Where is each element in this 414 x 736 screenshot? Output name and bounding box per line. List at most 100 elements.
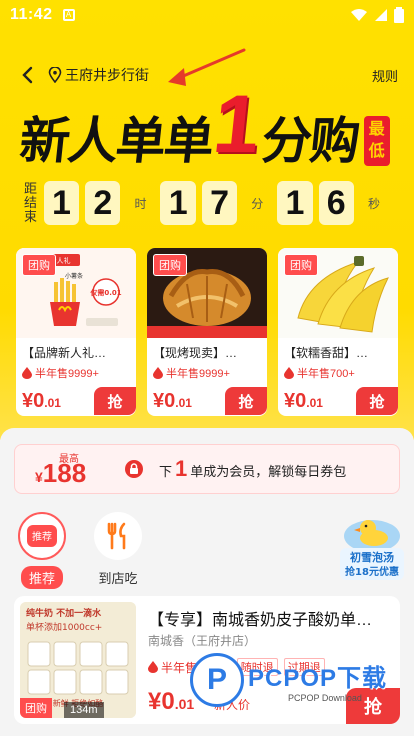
watermark-text: PCPOP下载 [248, 664, 388, 692]
countdown-digit: 6 [318, 181, 354, 225]
chevron-left-icon [22, 66, 33, 84]
status-time: 11:42 [10, 6, 53, 23]
featured-products: 超值新人礼 小薯条 仅需0.01 团购 【品牌新人礼… 半年售9999+ ¥0.… [16, 248, 398, 416]
membership-count: 1 [175, 456, 188, 481]
lowest-badge: 最低 [363, 116, 390, 166]
countdown-unit-hours: 时 [134, 196, 147, 211]
coupon-currency: ¥ [35, 469, 43, 485]
product-price: ¥0.01 [278, 390, 323, 413]
membership-banner[interactable]: 最高 ¥188 下 1 单成为会员，解锁每日券包 [14, 444, 400, 494]
groupbuy-tag: 团购 [284, 254, 318, 276]
promo-floating-badge[interactable]: 初雪泡汤 抢18元优惠 [334, 512, 410, 582]
membership-text-before: 下 [159, 464, 173, 479]
category-recommend[interactable]: 推荐 推荐 [14, 512, 70, 589]
watermark: P PCPOP下载 PCPOP Download [190, 652, 400, 708]
product-price: ¥0.01 [147, 390, 192, 413]
grab-button[interactable]: 抢 [225, 387, 267, 415]
countdown-digit: 2 [85, 181, 121, 225]
price-decimal: .01 [306, 395, 323, 410]
shop-name: 南城香（王府井店） [148, 634, 257, 648]
groupbuy-tag: 团购 [20, 698, 52, 718]
flame-icon [153, 367, 163, 379]
deal-image-text-mid: 单杯添加1000cc+ [26, 621, 102, 633]
wifi-icon [351, 9, 367, 21]
product-name: 【软糯香甜】… [284, 346, 369, 360]
grab-button[interactable]: 抢 [356, 387, 398, 415]
headline-part1: 新人单单 [17, 113, 215, 169]
coupon-badge: 最高 ¥188 [19, 448, 123, 490]
countdown-label: 距结束 [24, 181, 38, 224]
groupbuy-tag: 团购 [22, 254, 56, 276]
membership-text: 下 1 单成为会员，解锁每日券包 [159, 456, 346, 482]
grab-button[interactable]: 抢 [94, 387, 136, 415]
countdown-unit-seconds: 秒 [367, 196, 380, 211]
countdown-digit: 7 [201, 181, 238, 225]
headline-number: 1 [209, 79, 265, 170]
lock-icon [125, 460, 143, 478]
product-name: 【现烤现卖】… [153, 346, 238, 360]
price-integer: ¥0 [284, 389, 307, 412]
category-label: 推荐 [20, 566, 63, 589]
signal-icon [375, 9, 387, 21]
price-decimal: .01 [44, 395, 61, 410]
deal-image-text-top: 纯牛奶 不加一滴水 [26, 607, 102, 619]
deal-image: 纯牛奶 不加一滴水 单杯添加1000cc+ 新鲜 拒绝如酪 团购 134m [20, 602, 136, 718]
price-integer: ¥0 [148, 688, 175, 715]
coupon-value: 188 [42, 458, 87, 488]
product-name: 【品牌新人礼… [22, 346, 107, 360]
countdown-timer: 距结束 1 2 时 1 7 分 1 6 秒 [24, 178, 394, 228]
featured-product-card[interactable]: 团购 【软糯香甜】… 半年售700+ ¥0.01 抢 [278, 248, 398, 416]
product-image-bananas: 团购 [278, 248, 398, 338]
price-integer: ¥0 [153, 389, 176, 412]
watermark-subtext: PCPOP Download [288, 692, 362, 703]
coupon-amount: ¥188 [35, 458, 86, 489]
sold-count: 半年售9999+ [16, 361, 136, 381]
flame-icon [284, 367, 294, 379]
product-image-croissant: 团购 [147, 248, 267, 338]
promo-line1: 初雪泡汤 [350, 550, 394, 564]
featured-product-card[interactable]: 超值新人礼 小薯条 仅需0.01 团购 【品牌新人礼… 半年售9999+ ¥0.… [16, 248, 136, 416]
category-dine-in[interactable]: 到店吃 [90, 512, 146, 589]
sold-count: 半年售700+ [278, 361, 398, 381]
countdown-digit: 1 [43, 181, 80, 225]
fries-image-badge: 仅需0.01 [89, 288, 121, 297]
flame-icon [22, 367, 32, 379]
fork-knife-icon [107, 522, 126, 550]
countdown-digit: 1 [277, 181, 313, 225]
membership-text-after: 单成为会员，解锁每日券包 [190, 464, 347, 479]
location-pin-icon [48, 67, 62, 83]
location-selector[interactable]: 王府井步行街 [48, 65, 149, 85]
recommend-icon: 推荐 [27, 525, 57, 547]
duck-promo-icon: 初雪泡汤 抢18元优惠 [340, 520, 404, 580]
category-label: 到店吃 [98, 571, 138, 586]
deal-title: 【专享】南城香奶皮子酸奶单… [148, 612, 373, 629]
sold-count: 半年售9999+ [147, 361, 267, 381]
price-integer: ¥0 [22, 389, 45, 412]
recommend-icon-text: 推荐 [32, 530, 52, 543]
promo-line2: 抢18元优惠 [345, 565, 399, 578]
product-image-fries: 超值新人礼 小薯条 仅需0.01 团购 [16, 248, 136, 338]
price-decimal: .01 [175, 395, 192, 410]
notification-icon: A [62, 9, 75, 21]
distance-badge: 134m [64, 702, 104, 718]
product-price: ¥0.01 [16, 390, 61, 413]
sold-count-text: 半年售9999+ [166, 368, 230, 380]
deal-price: ¥0.01 [148, 688, 194, 716]
flame-icon [148, 661, 158, 673]
headline-title: 新人单单 1 分购 最低 [17, 79, 390, 170]
watermark-logo-icon: P [190, 653, 244, 707]
groupbuy-tag: 团购 [153, 254, 187, 276]
category-tabs: 推荐 推荐 到店吃 [14, 512, 146, 589]
sold-count-text: 半年售9999+ [35, 368, 99, 380]
status-bar: 11:42 A [0, 0, 414, 30]
countdown-unit-minutes: 分 [251, 196, 264, 211]
headline-part3: 分购 [258, 113, 361, 169]
sold-count-text: 半年售700+ [297, 368, 355, 380]
rules-link[interactable]: 规则 [372, 66, 398, 85]
back-button[interactable] [16, 64, 38, 86]
location-label: 王府井步行街 [65, 67, 149, 83]
fries-image-text-sub: 小薯条 [65, 272, 83, 280]
battery-icon [394, 7, 404, 23]
countdown-digit: 1 [160, 181, 196, 225]
featured-product-card[interactable]: 团购 【现烤现卖】… 半年售9999+ ¥0.01 抢 [147, 248, 267, 416]
